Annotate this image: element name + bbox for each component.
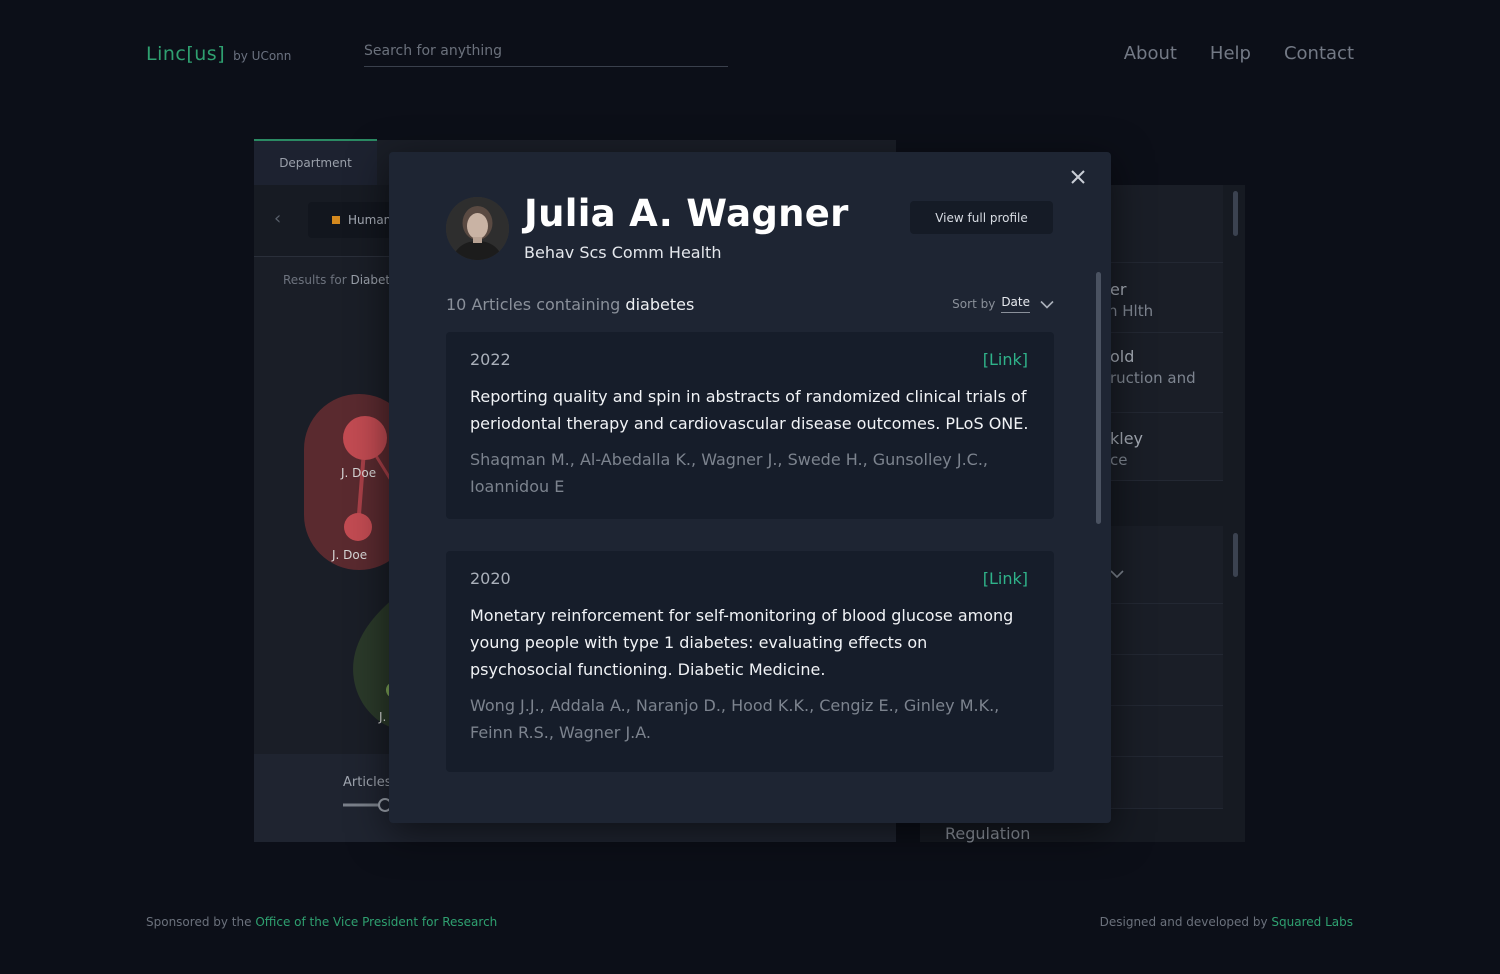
chip-color-swatch [332,216,340,224]
chevron-down-icon[interactable] [1110,569,1124,579]
footer-credits-link[interactable]: Squared Labs [1271,915,1353,929]
node-label: J. [378,710,386,724]
footer-credits-prefix: Designed and developed by [1099,915,1268,929]
node-label: J. Doe [331,548,367,562]
footer-sponsor-prefix: Sponsored by the [146,915,252,929]
footer-sponsor-link[interactable]: Office of the Vice President for Researc… [255,915,497,929]
list-item-name: kley [1110,429,1144,448]
article-title: Monetary reinforcement for self-monitori… [470,606,1014,679]
brand-logo[interactable]: Linc[us] by UConn [146,43,291,65]
article-count-text: 10 Articles containing [446,295,621,314]
search-box [364,40,728,67]
article-year: 2022 [470,350,511,369]
list-item-dept: n Hlth [1108,302,1154,320]
article-link[interactable]: [Link] [983,569,1028,588]
brand-by: by UConn [233,49,292,63]
sort-label: Sort by [952,297,996,311]
results-term: Diabet [350,273,391,287]
node-label: J. Doe [340,466,376,480]
sort-control[interactable]: Sort by Date [952,295,1054,313]
author-name: Julia A. Wagner [524,192,849,235]
author-modal: Julia A. Wagner Behav Scs Comm Health Vi… [389,152,1111,823]
article-year: 2020 [470,569,511,588]
main-nav: About Help Contact [1124,43,1354,64]
back-chevron-icon[interactable]: ‹ [274,208,281,229]
scrollbar-thumb[interactable] [1233,533,1238,577]
list-item-name: er [1110,280,1127,299]
results-label: Results for Diabet [283,273,390,287]
nav-about-link[interactable]: About [1124,43,1177,64]
graph-node[interactable] [343,416,387,460]
list-item-name: old [1110,347,1135,366]
list-item-dept: ce [1110,451,1128,469]
graph-node[interactable] [344,513,372,541]
author-department: Behav Scs Comm Health [524,243,722,262]
scrollbar-thumb[interactable] [1233,191,1238,236]
footer-sponsor: Sponsored by the Office of the Vice Pres… [146,915,497,929]
scrollbar-thumb[interactable] [1096,272,1101,524]
article-card: 2020 [Link] Monetary reinforcement for s… [446,551,1054,772]
articles-slider[interactable] [343,797,393,813]
chip-label: Human [348,213,392,227]
article-card: 2022 [Link] Reporting quality and spin i… [446,332,1054,519]
list-item-dept: ruction and [1110,369,1196,387]
avatar-portrait-icon [446,197,509,260]
view-full-profile-button[interactable]: View full profile [910,201,1053,234]
chevron-down-icon[interactable] [1040,300,1054,309]
avatar [446,197,509,260]
brand-name: Linc[us] [146,43,226,65]
sort-value[interactable]: Date [1001,295,1030,313]
results-prefix: Results for [283,273,347,287]
article-keyword: diabetes [625,295,695,314]
articles-slider-label: Articles [343,775,392,790]
article-link[interactable]: [Link] [983,350,1028,369]
nav-help-link[interactable]: Help [1210,43,1251,64]
list-item-name: Regulation [945,824,1031,843]
nav-contact-link[interactable]: Contact [1284,43,1354,64]
article-authors: Wong J.J., Addala A., Naranjo D., Hood K… [470,696,1000,742]
network-graph: J. Doe J. Doe J. [304,394,404,730]
close-icon[interactable] [1067,166,1089,188]
article-title: Reporting quality and spin in abstracts … [470,387,1029,433]
article-authors: Shaqman M., Al-Abedalla K., Wagner J., S… [470,450,988,496]
footer-credits: Designed and developed by Squared Labs [1100,915,1353,929]
tab-department[interactable]: Department [254,139,377,185]
article-count: 10 Articles containing diabetes [446,295,694,314]
search-input[interactable] [364,43,728,59]
site-header: Linc[us] by UConn About Help Contact [0,0,1500,110]
